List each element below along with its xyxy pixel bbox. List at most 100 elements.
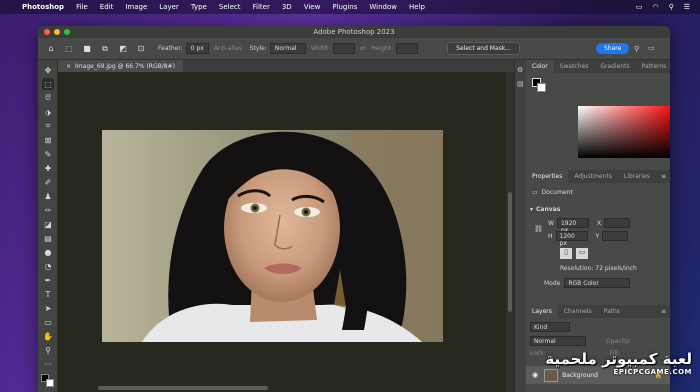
tab-libraries[interactable]: Libraries: [618, 170, 656, 183]
menu-view[interactable]: View: [304, 3, 321, 11]
new-selection-icon[interactable]: ■: [80, 42, 94, 56]
zoom-window-button[interactable]: [64, 29, 70, 35]
style-select[interactable]: Normal: [269, 43, 306, 54]
zoom-tool-icon[interactable]: ⚲: [42, 344, 54, 356]
rectangular-marquee-tool-icon[interactable]: ⬚: [42, 78, 54, 90]
tab-patterns[interactable]: Patterns: [636, 60, 670, 73]
menu-select[interactable]: Select: [219, 3, 241, 11]
document-tab-label: Image_69.jpg @ 66.7% (RGB/8#): [75, 62, 175, 70]
canvas-height-input[interactable]: 1200 px: [555, 231, 588, 247]
crop-tool-icon[interactable]: ⌗: [42, 120, 54, 132]
height-input[interactable]: [396, 43, 419, 54]
canvas-y-input[interactable]: [602, 231, 629, 241]
background-color-swatch[interactable]: [46, 379, 54, 387]
control-center-icon[interactable]: ☰: [684, 3, 690, 11]
subtract-selection-icon[interactable]: ◩: [116, 42, 130, 56]
lasso-tool-icon[interactable]: ᘓ: [42, 92, 54, 104]
menu-app-name[interactable]: Photoshop: [22, 3, 64, 11]
spotlight-icon[interactable]: ⚲: [669, 3, 674, 11]
color-field[interactable]: [578, 106, 670, 158]
gradient-tool-icon[interactable]: ▤: [42, 232, 54, 244]
type-tool-icon[interactable]: T: [42, 288, 54, 300]
dodge-tool-icon[interactable]: ◔: [42, 260, 54, 272]
document-tab[interactable]: × Image_69.jpg @ 66.7% (RGB/8#): [58, 60, 183, 72]
resolution-text: Resolution: 72 pixels/inch: [560, 265, 637, 272]
hand-tool-icon[interactable]: ✋: [42, 330, 54, 342]
tab-properties[interactable]: Properties: [526, 170, 569, 183]
healing-brush-tool-icon[interactable]: ✚: [42, 162, 54, 174]
properties-panel-menu-icon[interactable]: ≡: [661, 173, 670, 180]
menu-image[interactable]: Image: [125, 3, 147, 11]
blur-tool-icon[interactable]: ●: [42, 246, 54, 258]
width-input[interactable]: [333, 43, 356, 54]
rectangle-tool-icon[interactable]: ▭: [42, 316, 54, 328]
info-panel-icon[interactable]: ▤: [517, 80, 524, 88]
pen-tool-icon[interactable]: ✒: [42, 274, 54, 286]
menu-status-area: ▭ ◠ ⚲ ☰: [636, 3, 690, 11]
path-selection-tool-icon[interactable]: ➤: [42, 302, 54, 314]
tab-swatches[interactable]: Swatches: [554, 60, 595, 73]
menu-window[interactable]: Window: [369, 3, 397, 11]
tab-adjustments[interactable]: Adjustments: [568, 170, 618, 183]
antialias-checkbox[interactable]: Anti-alias: [214, 45, 242, 52]
mode-select[interactable]: RGB Color: [564, 278, 631, 288]
menu-file[interactable]: File: [76, 3, 88, 11]
blend-mode-select[interactable]: Normal: [530, 336, 586, 346]
more-tools-icon[interactable]: ···: [42, 358, 54, 370]
portrait-orientation-icon[interactable]: ▯: [560, 248, 572, 259]
blend-row: Normal Opacity:: [530, 336, 631, 346]
eyedropper-tool-icon[interactable]: ✎: [42, 148, 54, 160]
tab-channels[interactable]: Channels: [558, 305, 598, 318]
tab-layers[interactable]: Layers: [526, 305, 558, 318]
home-icon[interactable]: ⌂: [44, 42, 58, 56]
landscape-orientation-icon[interactable]: ▭: [576, 248, 588, 259]
move-tool-icon[interactable]: ✥: [42, 64, 54, 76]
canvas-x-input[interactable]: [604, 218, 631, 228]
minimize-window-button[interactable]: [54, 29, 60, 35]
tab-paths[interactable]: Paths: [598, 305, 626, 318]
feather-input[interactable]: 0 px: [185, 43, 209, 54]
tab-gradients[interactable]: Gradients: [594, 60, 635, 73]
layer-kind-filter[interactable]: Kind: [530, 322, 570, 332]
vertical-scrollbar[interactable]: [506, 72, 514, 392]
document-icon: ▭: [532, 189, 538, 196]
brush-tool-icon[interactable]: ✐: [42, 176, 54, 188]
search-icon[interactable]: ⚲: [634, 45, 639, 53]
swap-icon[interactable]: ⇄: [360, 45, 365, 52]
select-and-mask-button[interactable]: Select and Mask...: [447, 42, 520, 55]
battery-icon[interactable]: ▭: [636, 3, 643, 11]
workspace-icon[interactable]: ▭: [648, 44, 655, 52]
intersect-selection-icon[interactable]: ⊡: [134, 42, 148, 56]
close-window-button[interactable]: [44, 29, 50, 35]
clone-stamp-tool-icon[interactable]: ♟: [42, 190, 54, 202]
canvas-section-header[interactable]: ▾ Canvas: [530, 206, 560, 213]
history-brush-tool-icon[interactable]: ✑: [42, 204, 54, 216]
layers-panel-menu-icon[interactable]: ≡: [661, 308, 670, 315]
history-panel-icon[interactable]: ⚙: [517, 66, 523, 74]
link-icon[interactable]: ⛓: [534, 225, 543, 233]
color-background-swatch[interactable]: [537, 83, 546, 92]
menu-3d[interactable]: 3D: [282, 3, 292, 11]
document-image[interactable]: [102, 130, 443, 342]
menu-bar: Photoshop File Edit Image Layer Type Sel…: [0, 0, 700, 14]
eraser-tool-icon[interactable]: ◪: [42, 218, 54, 230]
menu-edit[interactable]: Edit: [100, 3, 114, 11]
feather-label: Feather:: [158, 45, 183, 52]
menu-filter[interactable]: Filter: [253, 3, 270, 11]
photoshop-window: Adobe Photoshop 2023 ⌂ ⬚ ■ ⧉ ◩ ⊡ Feather…: [38, 26, 670, 392]
tab-color[interactable]: Color: [526, 60, 554, 73]
menu-layer[interactable]: Layer: [159, 3, 179, 11]
marquee-tool-preset-icon[interactable]: ⬚: [62, 42, 76, 56]
close-tab-icon[interactable]: ×: [66, 63, 71, 70]
horizontal-scrollbar[interactable]: [98, 386, 268, 390]
frame-tool-icon[interactable]: ⊠: [42, 134, 54, 146]
canvas-width-input[interactable]: 1920 px: [556, 218, 589, 234]
wifi-icon[interactable]: ◠: [652, 3, 658, 11]
menu-plugins[interactable]: Plugins: [332, 3, 357, 11]
add-selection-icon[interactable]: ⧉: [98, 42, 112, 56]
watermark-domain-text: EPICPCGAME.COM: [613, 368, 692, 376]
object-selection-tool-icon[interactable]: ⬗: [42, 106, 54, 118]
menu-type[interactable]: Type: [191, 3, 207, 11]
menu-help[interactable]: Help: [409, 3, 425, 11]
share-button[interactable]: Share: [596, 43, 630, 54]
